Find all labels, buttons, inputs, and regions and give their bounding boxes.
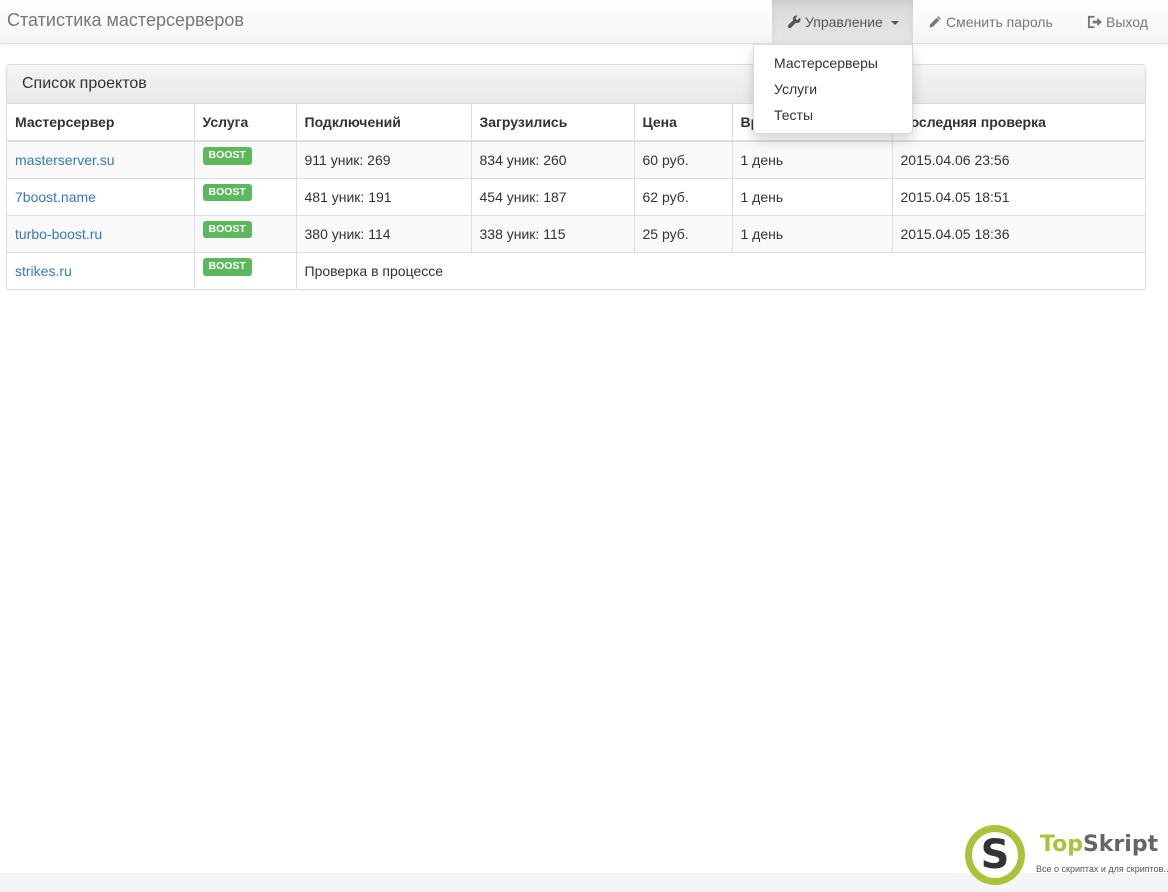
cell-price: 62 руб. (633, 177, 732, 215)
projects-table: Мастерсервер Услуга Подключений Загрузил… (7, 104, 1145, 289)
nav-manage-label: Управление (805, 14, 883, 30)
cell-last-check: 2015.04.06 23:56 (891, 140, 1145, 178)
boost-badge: BOOST (202, 183, 252, 202)
watermark-title-skript: Skript (1082, 832, 1159, 857)
header-masterserver: Мастерсервер (7, 104, 194, 142)
server-link[interactable]: masterserver.su (15, 152, 115, 168)
brand-title[interactable]: Статистика мастерсерверов (7, 0, 244, 40)
cell-loaded: 338 уник: 115 (470, 214, 634, 252)
table-row-pending: strikes.ru BOOST Проверка в процессе (7, 251, 1145, 289)
cell-server: masterserver.su (7, 140, 194, 178)
cell-price: 60 руб. (633, 140, 732, 178)
header-last-check: Последняя проверка (891, 104, 1145, 142)
manage-dropdown-menu: Мастерсерверы Услуги Тесты (753, 44, 913, 134)
nav-manage-dropdown[interactable]: Управление (772, 0, 913, 44)
table-header-row: Мастерсервер Услуга Подключений Загрузил… (7, 104, 1145, 142)
watermark-logo-letter: S (972, 832, 1018, 878)
cell-server: turbo-boost.ru (7, 214, 194, 252)
cell-connections: 481 уник: 191 (295, 177, 471, 215)
server-link[interactable]: strikes.ru (15, 263, 72, 279)
boost-badge: BOOST (202, 146, 252, 165)
nav-change-password-label: Сменить пароль (946, 14, 1053, 30)
cell-last-check: 2015.04.05 18:51 (891, 177, 1145, 215)
nav-logout-label: Выход (1106, 14, 1148, 30)
dropdown-item-services[interactable]: Услуги (754, 76, 912, 102)
dropdown-item-masterservers[interactable]: Мастерсерверы (754, 50, 912, 76)
watermark-title: TopSkript (1040, 832, 1158, 857)
header-connections: Подключений (295, 104, 471, 142)
cell-service: BOOST (193, 214, 296, 252)
cell-service: BOOST (193, 140, 296, 178)
cell-loaded: 454 уник: 187 (470, 177, 634, 215)
cell-connections: 911 уник: 269 (295, 140, 471, 178)
cell-pending-status: Проверка в процессе (295, 251, 1145, 289)
cell-last-check: 2015.04.05 18:36 (891, 214, 1145, 252)
cell-price: 25 руб. (633, 214, 732, 252)
cell-service: BOOST (193, 251, 296, 289)
logout-icon (1087, 15, 1102, 29)
watermark-title-top: Top (1040, 832, 1083, 857)
cell-time: 1 день (731, 214, 892, 252)
header-price: Цена (633, 104, 732, 142)
server-link[interactable]: turbo-boost.ru (15, 226, 102, 242)
caret-down-icon (890, 21, 899, 25)
topskript-watermark: S TopSkript Все о скриптах и для скрипто… (964, 824, 1168, 886)
pencil-icon (928, 15, 942, 29)
cell-time: 1 день (731, 140, 892, 178)
nav-logout[interactable]: Выход (1072, 0, 1162, 44)
cell-server: strikes.ru (7, 251, 194, 289)
header-loaded: Загрузились (470, 104, 634, 142)
nav-change-password[interactable]: Сменить пароль (913, 0, 1071, 44)
dropdown-item-tests[interactable]: Тесты (754, 102, 912, 128)
watermark-subtitle: Все о скриптах и для скриптов... (1036, 864, 1168, 874)
wrench-icon (787, 15, 801, 29)
server-link[interactable]: 7boost.name (15, 189, 96, 205)
cell-service: BOOST (193, 177, 296, 215)
boost-badge: BOOST (202, 257, 252, 276)
header-service: Услуга (193, 104, 296, 142)
boost-badge: BOOST (202, 220, 252, 239)
cell-loaded: 834 уник: 260 (470, 140, 634, 178)
watermark-logo-icon: S (965, 825, 1025, 885)
cell-connections: 380 уник: 114 (295, 214, 471, 252)
navbar: Статистика мастерсерверов Управление Сме… (0, 0, 1168, 44)
table-row: turbo-boost.ru BOOST 380 уник: 114 338 у… (7, 214, 1145, 252)
panel-title: Список проектов (7, 65, 1145, 104)
table-row: 7boost.name BOOST 481 уник: 191 454 уник… (7, 177, 1145, 215)
table-row: masterserver.su BOOST 911 уник: 269 834 … (7, 140, 1145, 178)
cell-time: 1 день (731, 177, 892, 215)
cell-server: 7boost.name (7, 177, 194, 215)
projects-panel: Список проектов Мастерсервер Услуга Подк… (6, 64, 1146, 290)
